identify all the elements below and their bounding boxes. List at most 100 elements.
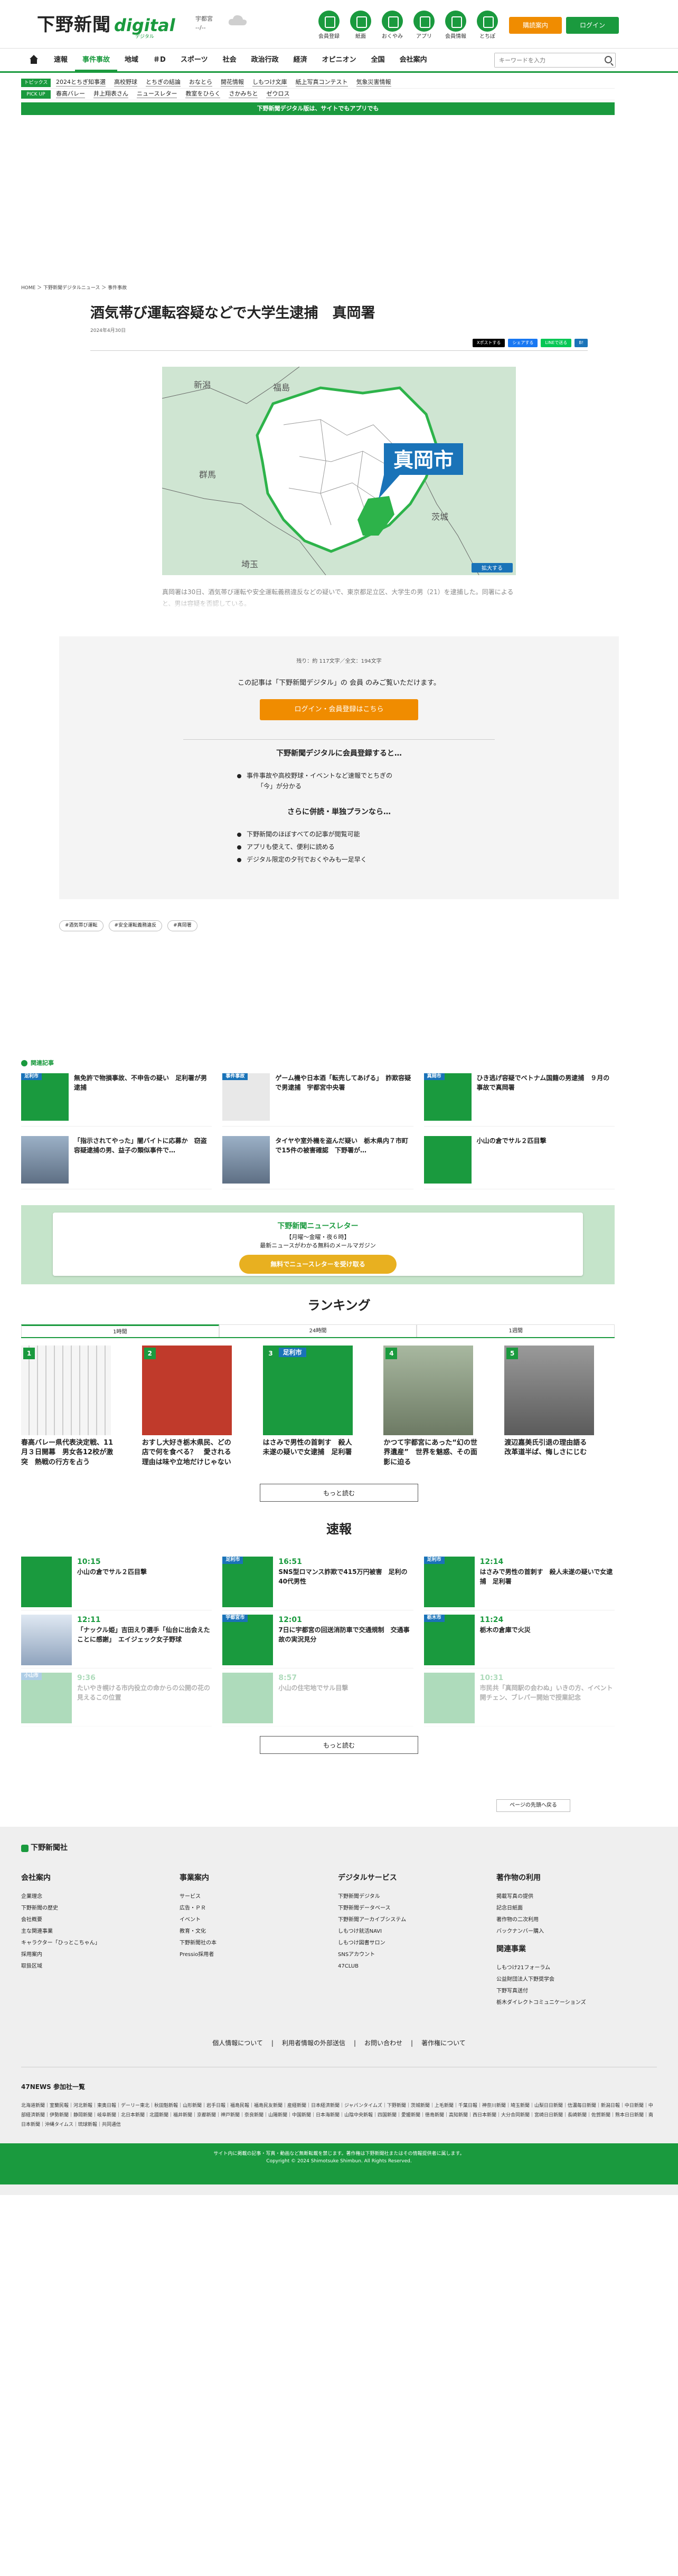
breaking-item[interactable]: 10:15 小山の倉でサル２匹目撃	[21, 1552, 212, 1611]
nav-item-9[interactable]: 全国	[364, 49, 392, 71]
breaking-item[interactable]: 足利市 16:51 SNS型ロマンス詐欺で415万円被害 足利の40代男性	[222, 1552, 413, 1611]
footer-link[interactable]: 下野新聞アーカイブシステム	[338, 1914, 496, 1926]
footer-logo[interactable]: 下野新聞社	[21, 1843, 678, 1854]
footer-link[interactable]: 下野新聞データベース	[338, 1903, 496, 1914]
footer-link[interactable]: Pressio採用者	[180, 1949, 338, 1961]
tag-chip[interactable]: #真岡署	[167, 920, 197, 932]
related-item[interactable]: タイヤや室外機を盗んだ疑い 栃木県内７市町で15件の被害確認 下野署が…	[222, 1136, 413, 1189]
news47-list[interactable]: 北海道新聞｜室蘭民報｜河北新報｜東奥日報｜デーリー東北｜秋田魁新報｜山形新聞｜岩…	[21, 2101, 657, 2130]
footer-link[interactable]: しもつけ図書サロン	[338, 1938, 496, 1949]
footer-link[interactable]: 記念日紙面	[496, 1903, 655, 1914]
topic-link[interactable]: 教室をひらく	[185, 90, 221, 98]
breadcrumb[interactable]: HOME ＞ 下野新聞デジタルニュース ＞ 事件事故	[21, 285, 678, 292]
login-register-button[interactable]: ログイン・会員登録はこちら	[260, 699, 418, 720]
breaking-item[interactable]: 足利市 12:14 はさみで男性の首刺す 殺人未遂の疑いで女逮捕 足利署	[423, 1552, 615, 1611]
topic-link[interactable]: 2024とちぎ知事選	[56, 79, 106, 87]
tag-chip[interactable]: #安全運転義務違反	[108, 920, 163, 932]
site-logo[interactable]: 下野新聞 digital デジタル	[37, 12, 175, 40]
header-icon-0[interactable]: 会員登録	[317, 11, 341, 41]
ranking-item[interactable]: 1 春高バレー県代表決定戦、11月３日開幕 男女各12校が激突 熱戦の行方を占う	[21, 1345, 131, 1468]
topic-link[interactable]: 井上翔表さん	[93, 90, 128, 98]
ranking-tab-2[interactable]: 1週間	[417, 1324, 615, 1337]
footer-link[interactable]: 著作物の二次利用	[496, 1914, 655, 1926]
ranking-tab-0[interactable]: 1時間	[21, 1324, 219, 1337]
topic-link[interactable]: ニュースレター	[137, 90, 177, 98]
nav-home[interactable]	[21, 49, 46, 71]
footer-link[interactable]: 47CLUB	[338, 1961, 496, 1972]
related-item[interactable]: 「指示されてやった」闇バイトに応募か 窃盗容疑逮捕の男、益子の類似事件で…	[21, 1136, 212, 1189]
subscribe-button[interactable]: 購読案内	[509, 17, 562, 34]
footer-link[interactable]: 下野写真送付	[496, 1986, 655, 1997]
header-icon-2[interactable]: おくやみ	[380, 11, 404, 41]
header-icon-5[interactable]: とちぽ	[475, 11, 500, 41]
footer-link[interactable]: バックナンバー購入	[496, 1926, 655, 1938]
weather-widget[interactable]: 宇都宮 --/--	[195, 15, 247, 32]
newsletter-subscribe-button[interactable]: 無料でニュースレターを受け取る	[239, 1254, 397, 1274]
tag-chip[interactable]: #酒気帯び運転	[59, 920, 103, 932]
footer-policy-link[interactable]: 著作権について	[421, 2039, 466, 2047]
nav-item-1[interactable]: 事件事故	[75, 49, 118, 71]
topic-link[interactable]: おなとら	[189, 79, 212, 87]
footer-link[interactable]: 会社概要	[21, 1914, 180, 1926]
scroll-top-button[interactable]: ページの先頭へ戻る	[496, 1799, 570, 1812]
app-promo-bar[interactable]: 下野新聞デジタル版は、サイトでもアプリでも	[21, 102, 615, 115]
footer-link[interactable]: キャラクター「ひっとこちゃん」	[21, 1938, 180, 1949]
nav-item-0[interactable]: 速報	[46, 49, 75, 71]
footer-link[interactable]: イベント	[180, 1914, 338, 1926]
ranking-item[interactable]: 4 かつて宇都宮にあった“幻の世界遺産” 世界を魅惑、その面影に迫る	[383, 1345, 494, 1468]
related-item[interactable]: 小山の倉でサル２匹目撃	[423, 1136, 615, 1189]
related-item[interactable]: 足利市 無免許で物損事故、不申告の疑い 足利署が男逮捕	[21, 1073, 212, 1127]
breaking-item[interactable]: 栃木市 11:24 栃木の倉庫で火災	[423, 1610, 615, 1669]
topic-link[interactable]: とちぎの結論	[146, 79, 181, 87]
nav-item-10[interactable]: 会社案内	[392, 49, 435, 71]
topic-link[interactable]: 開花情報	[221, 79, 244, 87]
footer-link[interactable]: 広告・ＰＲ	[180, 1903, 338, 1914]
nav-item-6[interactable]: 政治行政	[244, 49, 286, 71]
topic-link[interactable]: 紙上写真コンテスト	[295, 79, 348, 87]
breaking-item[interactable]: 8:57 小山の住宅地でサル目撃	[222, 1668, 413, 1727]
search-icon[interactable]	[605, 56, 612, 63]
footer-link[interactable]: 下野新聞デジタル	[338, 1891, 496, 1903]
footer-link[interactable]: 取扱区域	[21, 1961, 180, 1972]
footer-link[interactable]: 教育・文化	[180, 1926, 338, 1938]
nav-item-2[interactable]: 地域	[117, 49, 146, 71]
related-item[interactable]: 真岡市 ひき逃げ容疑でベトナム国籍の男逮捕 ９月の事故で真岡署	[423, 1073, 615, 1127]
ranking-item[interactable]: 2 おすし大好き栃木県民、どの店で何を食べる？ 愛される理由は味や立地だけじゃない	[142, 1345, 252, 1468]
ranking-item[interactable]: 5 渡辺嘉美氏引退の理由語る 改革道半ば、悔しさにじむ	[504, 1345, 615, 1468]
breaking-more-button[interactable]: もっと読む	[260, 1736, 418, 1754]
header-icon-4[interactable]: 会員情報	[444, 11, 468, 41]
nav-item-4[interactable]: スポーツ	[173, 49, 215, 71]
footer-link[interactable]: SNSアカウント	[338, 1949, 496, 1961]
footer-link[interactable]: 企業理念	[21, 1891, 180, 1903]
topic-link[interactable]: 気象災害情報	[356, 79, 391, 87]
footer-link[interactable]: 公益財団法人下野奨学会	[496, 1974, 655, 1986]
footer-policy-link[interactable]: 個人情報について	[212, 2039, 263, 2047]
breaking-item[interactable]: 宇都宮市 12:01 7日に宇都宮の回送消防車で交通規制 交通事故の実況見分	[222, 1610, 413, 1669]
footer-policy-link[interactable]: お問い合わせ	[364, 2039, 402, 2047]
topic-link[interactable]: 高校野球	[114, 79, 137, 87]
article-map-image[interactable]: 真岡市 新潟 福島 群馬 茨城 埼玉 拡大する	[162, 367, 516, 576]
ranking-item[interactable]: 3 足利市 はさみで男性の首刺す 殺人未遂の疑いで女逮捕 足利署	[262, 1345, 373, 1468]
breaking-item[interactable]: 12:11 「ナックル姫」吉田えり選手「仙台に出会えたことに感謝」 エイジェック女…	[21, 1610, 212, 1669]
nav-item-7[interactable]: 経済	[286, 49, 315, 71]
nav-item-3[interactable]: ＃D	[146, 49, 173, 71]
footer-link[interactable]: 栃木ダイレクトコミュニケーションズ	[496, 1997, 655, 2009]
footer-link[interactable]: 主な関連事業	[21, 1926, 180, 1938]
header-icon-1[interactable]: 紙面	[349, 11, 373, 41]
footer-link[interactable]: しもつけ就活NAVI	[338, 1926, 496, 1938]
ranking-more-button[interactable]: もっと読む	[260, 1484, 418, 1502]
footer-link[interactable]: 下野新聞の歴史	[21, 1903, 180, 1914]
related-item[interactable]: 事件事故 ゲーム機や日本酒「転売してあげる」 詐欺容疑で男逮捕 宇都宮中央署	[222, 1073, 413, 1127]
nav-item-8[interactable]: オピニオン	[315, 49, 364, 71]
topic-link[interactable]: 春高バレー	[56, 90, 85, 98]
share-button-0[interactable]: Xポストする	[472, 339, 505, 348]
share-button-3[interactable]: B!	[575, 339, 588, 348]
topic-link[interactable]: ゼウロス	[266, 90, 290, 98]
footer-link[interactable]: しもつけ21フォーラム	[496, 1962, 655, 1974]
footer-policy-link[interactable]: 利用者情報の外部送信	[282, 2039, 345, 2047]
breaking-item[interactable]: 10:31 市民共「真岡駅の会わぬ」いきの方、イベント開チェン、ブレパー開始で授業…	[423, 1668, 615, 1727]
topic-link[interactable]: さかみちと	[229, 90, 258, 98]
footer-link[interactable]: 下野新聞社の本	[180, 1938, 338, 1949]
ranking-tab-1[interactable]: 24時間	[219, 1324, 417, 1337]
share-button-2[interactable]: LINEで送る	[541, 339, 572, 348]
